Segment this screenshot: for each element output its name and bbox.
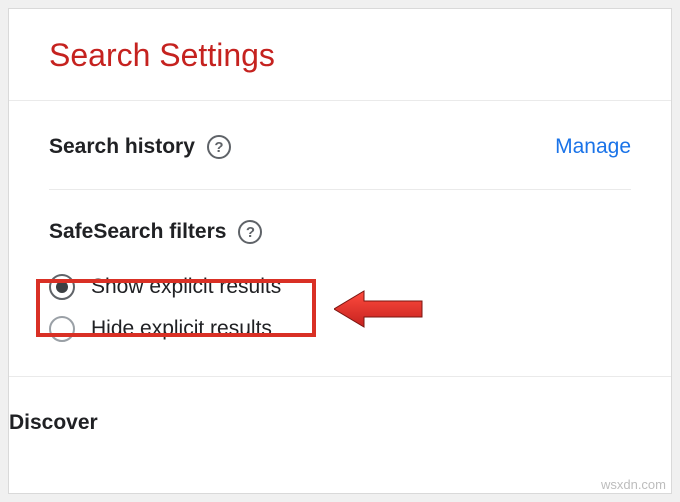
discover-section: Discover [9,377,671,435]
safesearch-label: SafeSearch filters [49,220,226,244]
search-history-row: Search history ? Manage [49,101,631,190]
radio-button-selected[interactable] [49,274,75,300]
radio-label-hide[interactable]: Hide explicit results [91,317,272,341]
manage-link[interactable]: Manage [555,135,631,159]
discover-label: Discover [9,411,98,434]
safesearch-section: SafeSearch filters ? Show explicit resul… [9,190,671,377]
watermark: wsxdn.com [601,477,666,492]
help-icon[interactable]: ? [207,135,231,159]
radio-show-explicit[interactable]: Show explicit results [49,266,631,308]
settings-panel: Search Settings Search history ? Manage … [8,8,672,494]
safesearch-options: Show explicit results Hide explicit resu… [49,266,631,350]
radio-label-show[interactable]: Show explicit results [91,275,281,299]
help-icon[interactable]: ? [238,220,262,244]
radio-button-unselected[interactable] [49,316,75,342]
page-title: Search Settings [9,9,671,101]
safesearch-header: SafeSearch filters ? [49,220,631,244]
radio-hide-explicit[interactable]: Hide explicit results [49,308,631,350]
search-history-label: Search history [49,135,195,159]
search-history-section: Search history ? Manage [9,101,671,190]
search-history-left: Search history ? [49,135,231,159]
